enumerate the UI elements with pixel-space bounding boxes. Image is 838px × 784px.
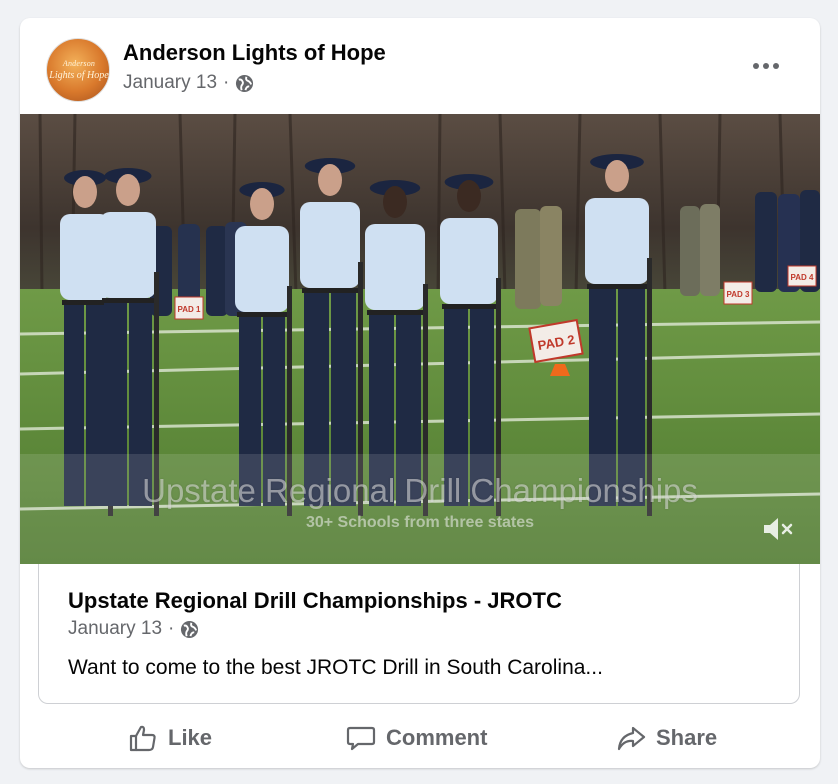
cadet-belt bbox=[237, 312, 287, 317]
avatar-text-line2: Lights of Hope bbox=[49, 70, 109, 81]
page-name-link[interactable]: Anderson Lights of Hope bbox=[123, 40, 386, 66]
more-options-button[interactable] bbox=[748, 52, 784, 80]
cadet-shirt bbox=[300, 202, 360, 288]
post-header: Anderson Lights of Hope Anderson Lights … bbox=[20, 18, 820, 114]
post-card: Anderson Lights of Hope Anderson Lights … bbox=[20, 18, 820, 768]
link-meta: January 13 · bbox=[68, 618, 199, 640]
cadet-shirt bbox=[440, 218, 498, 304]
more-dot bbox=[773, 63, 779, 69]
share-label: Share bbox=[656, 725, 718, 750]
meta-separator: · bbox=[223, 72, 230, 93]
thumbs-up-icon bbox=[129, 725, 156, 752]
small-pad-sign-2: PAD 3 bbox=[727, 290, 751, 299]
cadet-head bbox=[457, 180, 481, 212]
more-dot bbox=[763, 63, 769, 69]
small-pad-sign-3: PAD 4 bbox=[791, 273, 815, 282]
comment-button[interactable]: Comment bbox=[346, 718, 487, 758]
cadet-belt bbox=[102, 298, 154, 303]
cadet-belt bbox=[442, 304, 496, 309]
globe-icon bbox=[181, 620, 199, 638]
page-avatar[interactable]: Anderson Lights of Hope bbox=[46, 38, 110, 102]
more-dot bbox=[753, 63, 759, 69]
cadet-head bbox=[250, 188, 274, 220]
cadet-head bbox=[383, 186, 407, 218]
link-meta-separator: · bbox=[168, 618, 175, 639]
post-date[interactable]: January 13 bbox=[123, 72, 217, 94]
like-button[interactable]: Like bbox=[128, 718, 212, 758]
cadet-shirt bbox=[100, 212, 156, 298]
cadet-shirt bbox=[585, 198, 649, 284]
link-title[interactable]: Upstate Regional Drill Championships - J… bbox=[68, 588, 562, 614]
cadet-belt bbox=[367, 310, 423, 315]
action-bar: Like Comment Share bbox=[20, 708, 820, 768]
small-pad-sign-1: PAD 1 bbox=[178, 305, 202, 314]
comment-label: Comment bbox=[386, 725, 488, 750]
muted-speaker-icon[interactable] bbox=[760, 514, 796, 544]
video-player[interactable]: PAD 2 PAD 1 PAD 3 PAD 4 Upstate Regional… bbox=[20, 114, 820, 564]
video-overlay-subtitle: 30+ Schools from three states bbox=[305, 514, 535, 531]
cadet-belt bbox=[587, 284, 647, 289]
share-button[interactable]: Share bbox=[616, 718, 717, 758]
like-label: Like bbox=[168, 725, 213, 750]
comment-bubble-icon bbox=[346, 726, 376, 751]
share-arrow-icon bbox=[617, 726, 646, 751]
link-preview[interactable]: Upstate Regional Drill Championships - J… bbox=[38, 564, 800, 704]
link-date: January 13 bbox=[68, 618, 163, 639]
cadet-shirt bbox=[365, 224, 425, 310]
cadet-belt bbox=[62, 300, 108, 305]
video-overlay-title: Upstate Regional Drill Championships bbox=[142, 472, 698, 509]
cadet-head bbox=[605, 160, 629, 192]
post-meta: January 13 · bbox=[123, 72, 254, 94]
link-description: Want to come to the best JROTC Drill in … bbox=[68, 656, 603, 679]
cadet-shirt bbox=[235, 226, 289, 312]
cadet-head bbox=[73, 176, 97, 208]
globe-icon[interactable] bbox=[235, 74, 254, 93]
avatar-text-line1: Anderson bbox=[62, 59, 96, 68]
cadet-head bbox=[318, 164, 342, 196]
cadet-belt bbox=[302, 288, 358, 293]
cadet-head bbox=[116, 174, 140, 206]
